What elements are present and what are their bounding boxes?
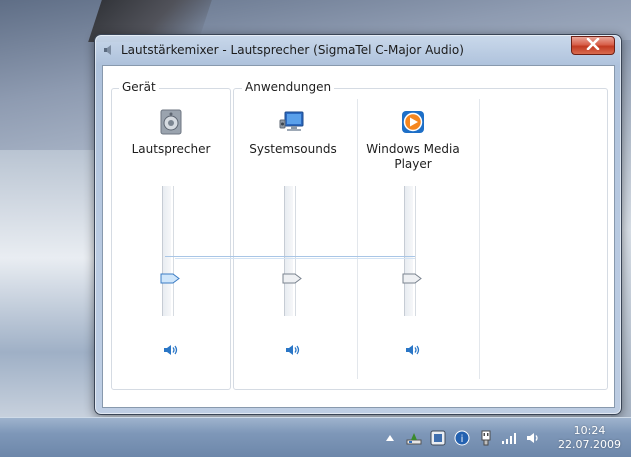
titlebar[interactable]: Lautstärkemixer - Lautsprecher (SigmaTel… (95, 35, 621, 65)
applications-group: Anwendungen Systemsounds Windows Media P… (233, 80, 608, 390)
slider-ticks (415, 186, 421, 316)
action-center-icon[interactable] (428, 428, 448, 448)
device-volume-slider[interactable] (160, 186, 182, 316)
wmp-mute-button[interactable] (404, 343, 422, 359)
app-name-windows-media-player: Windows Media Player (366, 142, 460, 171)
volume-mixer-window: Lautstärkemixer - Lautsprecher (SigmaTel… (94, 34, 622, 415)
device-level-link-line (165, 256, 415, 257)
systemsounds-mute-button[interactable] (284, 343, 302, 359)
systemsounds-slider-thumb[interactable] (282, 273, 302, 284)
system-sounds-icon (279, 108, 307, 136)
info-icon[interactable]: i (452, 428, 472, 448)
windows-media-player-icon (399, 108, 427, 136)
close-x-icon (586, 37, 600, 53)
speaker-volume-icon (405, 343, 421, 360)
system-tray: i 10:24 22.07.2009 (378, 418, 621, 457)
app-column-systemsounds: Systemsounds (234, 89, 352, 389)
slider-ticks (173, 186, 179, 316)
slider-track (404, 186, 413, 316)
usb-remove-icon[interactable] (404, 428, 424, 448)
show-hidden-icons-chevron-icon[interactable] (380, 428, 400, 448)
slider-track (162, 186, 171, 316)
device-column-lautsprecher: Lautsprecher (112, 89, 230, 389)
clock[interactable]: 10:24 22.07.2009 (558, 424, 621, 452)
taskbar: i 10:24 22.07.2009 (0, 417, 631, 457)
column-divider (479, 99, 480, 379)
svg-text:i: i (461, 434, 464, 445)
wmp-slider-thumb[interactable] (402, 273, 422, 284)
volume-icon[interactable] (524, 428, 544, 448)
speaker-device-icon (157, 108, 185, 136)
device-group: Gerät Lautsprecher (111, 80, 231, 390)
speaker-window-icon (103, 44, 117, 56)
slider-track (284, 186, 293, 316)
app-column-windows-media-player: Windows Media Player (354, 89, 472, 389)
signal-bars-icon[interactable] (500, 428, 520, 448)
speaker-volume-icon (163, 343, 179, 360)
network-plug-icon[interactable] (476, 428, 496, 448)
close-button[interactable] (571, 36, 615, 55)
clock-date: 22.07.2009 (558, 438, 621, 451)
device-slider-thumb[interactable] (160, 273, 180, 284)
systemsounds-volume-slider[interactable] (282, 186, 304, 316)
clock-time: 10:24 (573, 424, 606, 437)
desktop-background-snow (0, 150, 100, 420)
device-level-link-shadow (175, 258, 415, 259)
mixer-client-area: Gerät Lautsprecher Anwendungen Systemsou… (102, 65, 615, 408)
wmp-volume-slider[interactable] (402, 186, 424, 316)
device-mute-button[interactable] (162, 343, 180, 359)
slider-ticks (295, 186, 301, 316)
speaker-volume-icon (285, 343, 301, 360)
window-title: Lautstärkemixer - Lautsprecher (SigmaTel… (121, 43, 464, 57)
device-name: Lautsprecher (131, 142, 211, 156)
app-name-systemsounds: Systemsounds (249, 142, 337, 156)
